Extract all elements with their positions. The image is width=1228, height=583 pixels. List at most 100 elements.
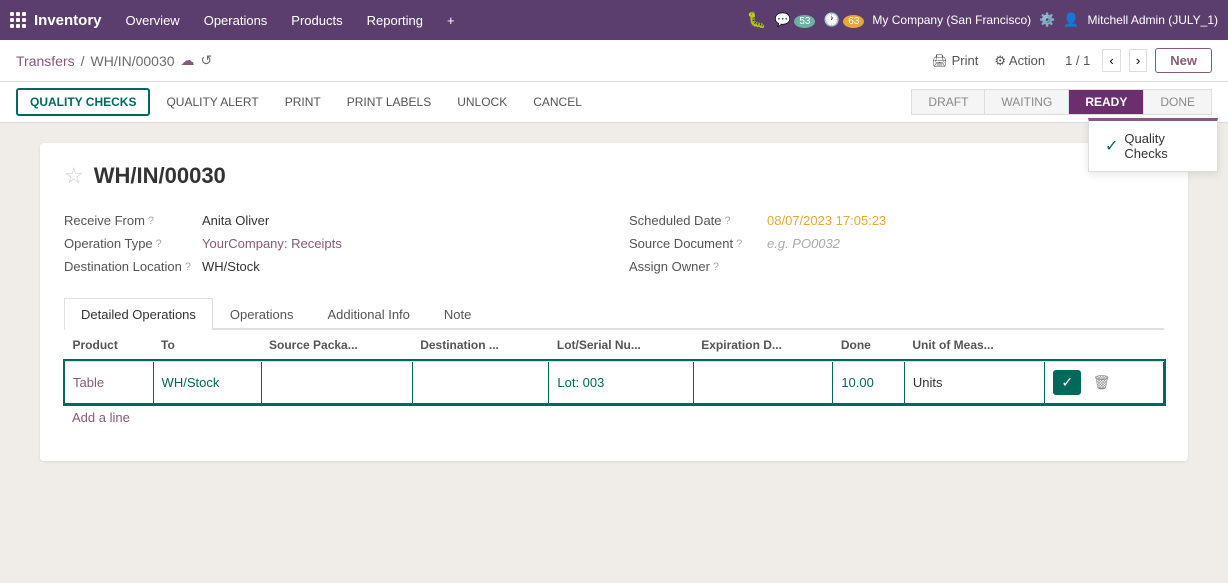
user-name: Mitchell Admin (JULY_1) [1088, 13, 1219, 27]
favorite-star-icon[interactable]: ☆ [64, 163, 84, 189]
scheduled-date-label: Scheduled Date ? [629, 213, 759, 228]
col-to: To [153, 330, 261, 361]
scheduled-date-field: Scheduled Date ? 08/07/2023 17:05:23 [629, 209, 1164, 232]
to-value: WH/Stock [162, 375, 220, 390]
product-link[interactable]: Table [73, 375, 104, 390]
receive-from-field: Receive From ? Anita Oliver [64, 209, 599, 232]
breadcrumb-separator: / [81, 53, 85, 69]
col-lot-serial: Lot/Serial Nu... [549, 330, 693, 361]
col-unit: Unit of Meas... [904, 330, 1045, 361]
operation-type-label: Operation Type ? [64, 236, 194, 251]
status-draft[interactable]: DRAFT [911, 89, 985, 115]
settings-icon[interactable]: ⚙️ [1039, 12, 1055, 28]
scheduled-date-help-icon[interactable]: ? [725, 215, 731, 227]
cell-expiration [693, 361, 833, 404]
destination-field: Destination Location ? WH/Stock [64, 255, 599, 278]
cell-source-package [261, 361, 412, 404]
source-document-field: Source Document ? e.g. PO0032 [629, 232, 1164, 255]
new-button[interactable]: New [1155, 48, 1212, 73]
company-name: My Company (San Francisco) [872, 13, 1031, 27]
operations-table: Product To Source Packa... Destination .… [64, 330, 1164, 404]
col-expiration: Expiration D... [693, 330, 833, 361]
print-labels-button[interactable]: PRINT LABELS [337, 90, 441, 114]
assign-owner-field: Assign Owner ? [629, 255, 1164, 278]
quality-checks-label: Quality Checks [1124, 131, 1167, 161]
quality-checks-button[interactable]: QUALITY CHECKS [16, 88, 150, 116]
record-card: ☆ WH/IN/00030 Receive From ? Anita Olive… [40, 143, 1188, 461]
receive-from-help-icon[interactable]: ? [148, 215, 154, 227]
destination-value: WH/Stock [202, 259, 260, 274]
print-button[interactable]: 🖨 Print [932, 53, 979, 69]
main-content: ☆ WH/IN/00030 Receive From ? Anita Olive… [0, 123, 1228, 481]
tab-detailed-operations[interactable]: Detailed Operations [64, 298, 213, 330]
table-area: Product To Source Packa... Destination .… [64, 330, 1164, 431]
cell-row-actions: ✓ 🗑 [1045, 361, 1164, 404]
col-product: Product [65, 330, 154, 361]
brand-logo: Inventory [34, 12, 102, 29]
action-button[interactable]: ⚙ Action [994, 53, 1045, 69]
user-avatar[interactable]: 👤 [1063, 12, 1079, 28]
nav-plus[interactable]: + [437, 0, 465, 40]
status-waiting[interactable]: WAITING [984, 89, 1069, 115]
col-source-package: Source Packa... [261, 330, 412, 361]
receive-from-value: Anita Oliver [202, 213, 269, 228]
cell-lot-serial: Lot: 003 [549, 361, 693, 404]
next-page-button[interactable]: › [1129, 49, 1147, 72]
nav-overview[interactable]: Overview [116, 0, 190, 40]
pagination: 1 / 1 [1065, 53, 1090, 68]
tabs: Detailed Operations Operations Additiona… [64, 298, 1164, 330]
unlock-button[interactable]: UNLOCK [447, 90, 517, 114]
prev-page-button[interactable]: ‹ [1102, 49, 1120, 72]
col-destination: Destination ... [412, 330, 549, 361]
breadcrumb: Transfers / WH/IN/00030 ☁ ↺ [16, 52, 212, 69]
refresh-icon[interactable]: ↺ [201, 52, 213, 69]
assign-owner-help-icon[interactable]: ? [713, 261, 719, 273]
cell-to: WH/Stock [153, 361, 261, 404]
done-value: 10.00 [841, 375, 874, 390]
bug-icon[interactable]: 🐛 [747, 10, 767, 30]
unit-value: Units [913, 375, 943, 390]
nav-products[interactable]: Products [281, 0, 352, 40]
cell-destination [412, 361, 549, 404]
source-document-value[interactable]: e.g. PO0032 [767, 236, 840, 251]
status-ready[interactable]: READY [1068, 89, 1144, 115]
nav-reporting[interactable]: Reporting [357, 0, 433, 40]
destination-help-icon[interactable]: ? [185, 261, 191, 273]
operation-type-help-icon[interactable]: ? [156, 238, 162, 250]
apps-grid-icon[interactable] [10, 12, 26, 28]
table-header-row: Product To Source Packa... Destination .… [65, 330, 1164, 361]
row-check-button[interactable]: ✓ [1053, 370, 1081, 395]
tab-additional-info[interactable]: Additional Info [311, 298, 427, 330]
source-document-label: Source Document ? [629, 236, 759, 251]
record-title: WH/IN/00030 [94, 163, 226, 189]
form-fields: Receive From ? Anita Oliver Operation Ty… [64, 209, 1164, 278]
action-bar: QUALITY CHECKS QUALITY ALERT PRINT PRINT… [0, 82, 1228, 123]
record-title-row: ☆ WH/IN/00030 [64, 163, 1164, 189]
status-done[interactable]: DONE [1143, 89, 1212, 115]
destination-label: Destination Location ? [64, 259, 194, 274]
tab-operations[interactable]: Operations [213, 298, 311, 330]
cell-product: Table [65, 361, 154, 404]
print-button[interactable]: PRINT [275, 90, 331, 114]
check-icon: ✓ [1105, 136, 1118, 156]
table-row: Table WH/Stock Lot: 003 10.00 Units ✓ 🗑 [65, 361, 1164, 404]
clock-icon[interactable]: 🕐 63 [823, 12, 864, 28]
cancel-button[interactable]: CANCEL [523, 90, 592, 114]
row-delete-button[interactable]: 🗑 [1085, 370, 1119, 395]
source-document-help-icon[interactable]: ? [736, 238, 742, 250]
col-done: Done [833, 330, 905, 361]
operation-type-value[interactable]: YourCompany: Receipts [202, 236, 342, 251]
nav-operations[interactable]: Operations [194, 0, 278, 40]
quality-alert-button[interactable]: QUALITY ALERT [156, 90, 268, 114]
tab-note[interactable]: Note [427, 298, 488, 330]
chat-icon[interactable]: 💬 53 [775, 12, 816, 28]
operation-type-field: Operation Type ? YourCompany: Receipts [64, 232, 599, 255]
cell-done: 10.00 [833, 361, 905, 404]
receive-from-label: Receive From ? [64, 213, 194, 228]
breadcrumb-parent[interactable]: Transfers [16, 53, 75, 69]
tab-content: Product To Source Packa... Destination .… [64, 330, 1164, 441]
add-line-button[interactable]: Add a line [64, 404, 138, 431]
lot-serial-value: Lot: 003 [557, 375, 604, 390]
top-navigation: Inventory Overview Operations Products R… [0, 0, 1228, 40]
cloud-icon[interactable]: ☁ [181, 52, 195, 69]
